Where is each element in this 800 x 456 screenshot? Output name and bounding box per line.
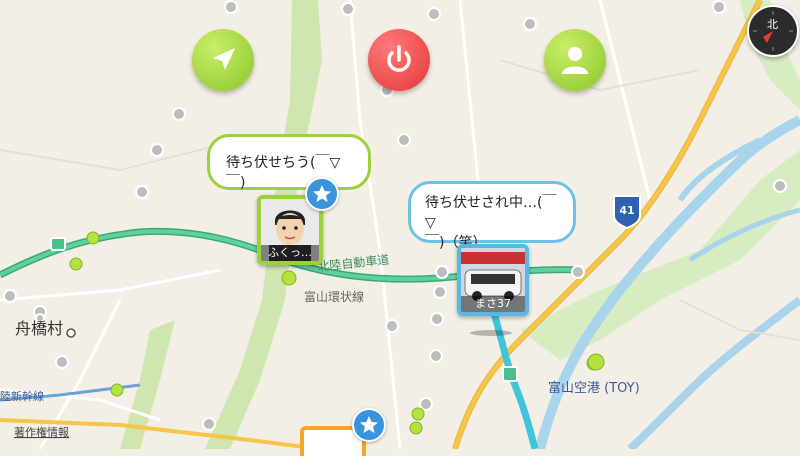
power-button[interactable] bbox=[368, 29, 430, 91]
favorite-badge[interactable] bbox=[352, 408, 386, 442]
navigation-arrow-icon bbox=[213, 48, 235, 70]
copyright-link[interactable]: 著作権情報 bbox=[14, 425, 69, 439]
user-name-label: ふくっ… bbox=[261, 245, 319, 261]
village-label: 舟橋村 bbox=[15, 319, 63, 338]
star-icon bbox=[360, 416, 378, 433]
person-icon bbox=[562, 47, 588, 74]
compass-button[interactable]: 北 bbox=[747, 5, 799, 57]
navigate-button[interactable] bbox=[192, 29, 254, 91]
user-message-bubble[interactable]: 待ち伏せちう(￣▽￣) bbox=[207, 134, 371, 191]
route-shield-number: 41 bbox=[619, 204, 634, 217]
profile-button[interactable] bbox=[544, 29, 606, 91]
power-icon bbox=[387, 45, 411, 72]
favorite-badge[interactable] bbox=[305, 177, 339, 211]
user-avatar-card[interactable]: まさ37 bbox=[457, 244, 529, 316]
user-message-line: 待ち伏せされ中…(￣▽ bbox=[425, 195, 557, 231]
shinkansen-label: 陸新幹線 bbox=[0, 389, 44, 403]
user-name-label: まさ37 bbox=[461, 296, 525, 312]
ring-road-label: 富山環状線 bbox=[304, 289, 364, 304]
user-message-bubble[interactable]: 待ち伏せされ中…(￣▽ ￣)（笑） bbox=[408, 181, 576, 251]
compass-north-label: 北 bbox=[767, 18, 778, 31]
airport-label: 富山空港 (TOY) bbox=[548, 380, 640, 396]
interchange-marker bbox=[502, 366, 518, 382]
interchange-marker bbox=[50, 237, 66, 251]
user-card-shadow bbox=[470, 330, 512, 336]
star-icon bbox=[313, 185, 331, 202]
